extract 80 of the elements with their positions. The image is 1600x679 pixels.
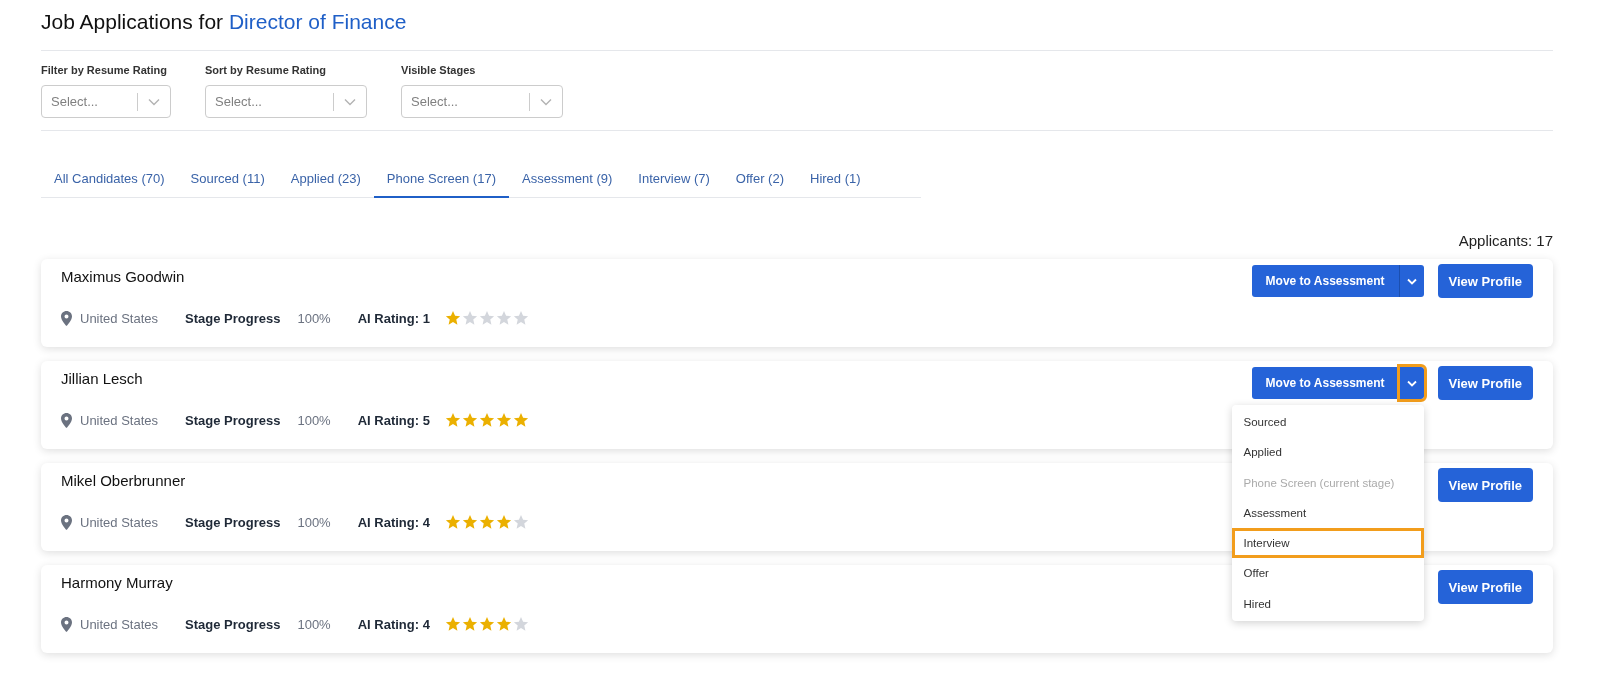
chevron-down-icon bbox=[1406, 379, 1417, 387]
star-icon bbox=[461, 412, 478, 428]
location-text: United States bbox=[80, 412, 159, 428]
star-icon bbox=[495, 412, 512, 428]
progress-value: 100% bbox=[297, 616, 331, 632]
tab[interactable]: Assessment (9) bbox=[509, 163, 626, 198]
location-text: United States bbox=[80, 310, 159, 326]
star-icon bbox=[444, 310, 461, 326]
filter-label: Sort by Resume Rating bbox=[205, 64, 328, 76]
applicant-name: Harmony Murray bbox=[61, 573, 174, 593]
chevron-down-icon bbox=[540, 97, 552, 106]
star-icon bbox=[512, 616, 529, 632]
star-icon bbox=[461, 514, 478, 530]
rating-label: AI Rating: 4 bbox=[357, 514, 430, 530]
tab[interactable]: Phone Screen (17) bbox=[373, 163, 509, 198]
progress-label: Stage Progress bbox=[185, 616, 281, 632]
star-icon bbox=[461, 310, 478, 326]
star-icon bbox=[512, 310, 529, 326]
stage-dropdown-toggle[interactable] bbox=[1399, 265, 1424, 297]
page-title: Job Applications for bbox=[41, 10, 224, 33]
star-icon bbox=[478, 616, 495, 632]
star-icon bbox=[444, 616, 461, 632]
tab[interactable]: Offer (2) bbox=[722, 163, 797, 198]
applicant-count: Applicants: 17 bbox=[1458, 232, 1553, 249]
progress-value: 100% bbox=[297, 412, 331, 428]
chevron-down-icon bbox=[1406, 277, 1417, 285]
star-icon bbox=[478, 310, 495, 326]
move-stage-button[interactable]: Move to Assessment bbox=[1251, 265, 1400, 297]
star-icon bbox=[478, 412, 495, 428]
tab[interactable]: Applied (23) bbox=[277, 163, 374, 198]
progress-label: Stage Progress bbox=[185, 412, 281, 428]
star-icon bbox=[512, 514, 529, 530]
move-stage-button[interactable]: Move to Assessment bbox=[1251, 367, 1400, 399]
location-pin-icon bbox=[61, 514, 72, 530]
star-icon bbox=[495, 616, 512, 632]
progress-value: 100% bbox=[297, 310, 331, 326]
applicant-name: Maximus Goodwin bbox=[61, 267, 186, 287]
star-icon bbox=[461, 616, 478, 632]
progress-value: 100% bbox=[297, 514, 331, 530]
rating-label: AI Rating: 4 bbox=[357, 616, 430, 632]
applicant-name: Jillian Lesch bbox=[61, 369, 144, 389]
rating-label: AI Rating: 1 bbox=[357, 310, 430, 326]
rating-label: AI Rating: 5 bbox=[357, 412, 430, 428]
menu-item[interactable]: Assessment bbox=[1231, 497, 1424, 529]
star-icon bbox=[444, 412, 461, 428]
location-text: United States bbox=[80, 616, 159, 632]
view-profile-button[interactable]: View Profile bbox=[1437, 570, 1533, 604]
location-pin-icon bbox=[61, 412, 72, 428]
star-icon bbox=[495, 310, 512, 326]
menu-item[interactable]: Offer bbox=[1231, 558, 1424, 589]
tab[interactable]: Interview (7) bbox=[625, 163, 723, 198]
progress-label: Stage Progress bbox=[185, 514, 281, 530]
view-profile-button[interactable]: View Profile bbox=[1437, 264, 1533, 298]
location-text: United States bbox=[80, 514, 159, 530]
star-icon bbox=[495, 514, 512, 530]
location-pin-icon bbox=[61, 310, 72, 326]
chevron-down-icon bbox=[148, 97, 160, 106]
menu-item[interactable]: Applied bbox=[1231, 437, 1424, 468]
filter-label: Visible Stages bbox=[401, 64, 477, 76]
star-icon bbox=[444, 514, 461, 530]
select-field[interactable]: Select... bbox=[41, 85, 171, 118]
view-profile-button[interactable]: View Profile bbox=[1437, 468, 1533, 502]
tab[interactable]: Sourced (11) bbox=[177, 163, 278, 198]
location-pin-icon bbox=[61, 616, 72, 632]
stage-dropdown-toggle[interactable] bbox=[1399, 367, 1424, 399]
select-field[interactable]: Select... bbox=[401, 85, 563, 118]
applicant-name: Mikel Oberbrunner bbox=[61, 471, 187, 491]
menu-item[interactable]: Interview bbox=[1231, 528, 1424, 559]
tab[interactable]: All Candidates (70) bbox=[41, 163, 178, 198]
menu-item[interactable]: Sourced bbox=[1231, 407, 1424, 438]
chevron-down-icon bbox=[344, 97, 356, 106]
filter-label: Filter by Resume Rating bbox=[41, 64, 168, 76]
tab[interactable]: Hired (1) bbox=[797, 163, 874, 198]
job-title: Director of Finance bbox=[228, 10, 407, 33]
select-field[interactable]: Select... bbox=[205, 85, 367, 118]
progress-label: Stage Progress bbox=[185, 310, 281, 326]
menu-item[interactable]: Hired bbox=[1231, 588, 1424, 620]
star-icon bbox=[512, 412, 529, 428]
star-icon bbox=[478, 514, 495, 530]
view-profile-button[interactable]: View Profile bbox=[1437, 366, 1533, 400]
